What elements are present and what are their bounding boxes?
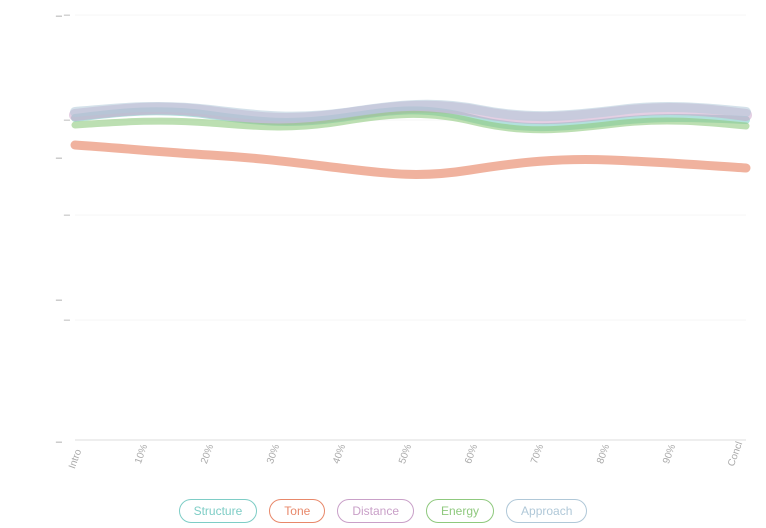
y-label-top: – — [64, 9, 71, 21]
x-label-30: 30% — [265, 443, 282, 466]
y-label-4: – — [64, 314, 71, 326]
legend-structure[interactable]: Structure — [179, 499, 258, 523]
chart-legend: Structure Tone Distance Energy Approach — [0, 499, 766, 523]
y-label-3: – — [64, 209, 71, 221]
legend-approach[interactable]: Approach — [506, 499, 587, 523]
x-label-50: 50% — [397, 443, 414, 466]
x-label-80: 80% — [595, 443, 612, 466]
legend-distance[interactable]: Distance — [337, 499, 414, 523]
legend-tone[interactable]: Tone — [269, 499, 325, 523]
y-label-2: – — [64, 114, 71, 126]
x-label-90: 90% — [661, 443, 678, 466]
x-label-40: 40% — [331, 443, 348, 466]
x-label-intro: Intro — [67, 447, 84, 470]
x-label-70: 70% — [529, 443, 546, 466]
chart-svg: Intro 10% 20% 30% 40% 50% 60% 70% 80% 90… — [0, 0, 766, 528]
chart-container: – – – – Intro 10% 20% 30% 40% 50% 60% 70… — [0, 0, 766, 528]
x-label-concl: Concl — [726, 440, 745, 468]
x-label-10: 10% — [133, 443, 150, 466]
legend-energy[interactable]: Energy — [426, 499, 494, 523]
x-label-20: 20% — [199, 443, 216, 466]
x-label-60: 60% — [463, 443, 480, 466]
